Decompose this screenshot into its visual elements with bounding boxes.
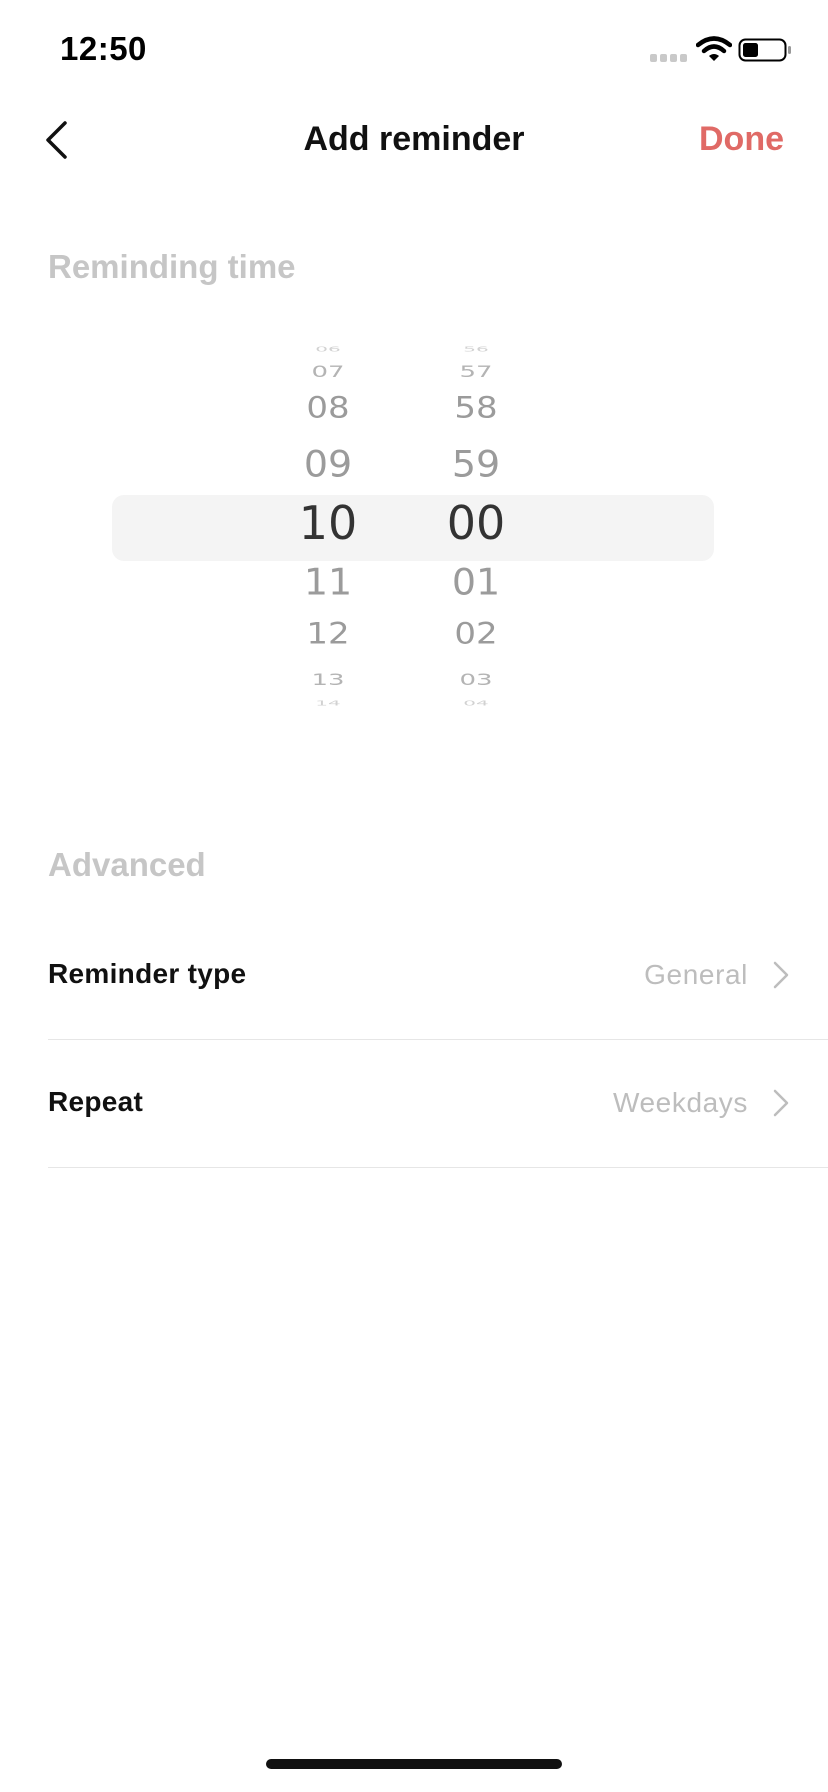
repeat-label: Repeat [48,1086,144,1117]
done-button[interactable]: Done [699,120,784,159]
hour-selected[interactable]: 10 [268,500,388,546]
reminding-time-label: Reminding time [48,248,296,285]
chevron-right-icon [773,1089,789,1117]
repeat-row[interactable]: Repeat Weekdays [48,1040,828,1168]
minute-option[interactable]: 03 [416,672,536,688]
hour-option[interactable]: 11 [268,564,388,600]
picker-selection-highlight [112,495,714,561]
minute-wheel[interactable]: 56 57 58 59 00 01 02 03 04 [416,345,536,707]
minute-option[interactable]: 58 [416,394,536,423]
status-time: 12:50 [60,30,147,67]
hour-option[interactable]: 14 [268,700,388,707]
hour-wheel[interactable]: 06 07 08 09 10 11 12 13 14 [268,345,388,707]
repeat-value: Weekdays [612,1087,748,1118]
status-bar: 12:50 [0,0,828,100]
hour-option[interactable]: 06 [268,346,388,353]
battery-icon [738,38,792,62]
navigation-bar: Add reminder Done [0,100,828,180]
hour-option[interactable]: 08 [268,394,388,423]
minute-option[interactable]: 59 [416,446,536,482]
reminder-type-value: General [644,959,748,990]
hour-option[interactable]: 07 [268,364,388,380]
minute-option[interactable]: 01 [416,564,536,600]
cellular-signal-icon [650,54,690,64]
minute-option[interactable]: 04 [416,700,536,707]
reminder-type-row[interactable]: Reminder type General [48,912,828,1040]
wifi-icon [695,36,733,62]
hour-option[interactable]: 09 [268,446,388,482]
hour-option[interactable]: 12 [268,620,388,649]
minute-selected[interactable]: 00 [416,500,536,546]
minute-option[interactable]: 56 [416,346,536,353]
hour-option[interactable]: 13 [268,672,388,688]
chevron-right-icon [773,961,789,989]
minute-option[interactable]: 02 [416,620,536,649]
reminder-type-label: Reminder type [48,958,247,989]
home-indicator [266,1759,562,1769]
minute-option[interactable]: 57 [416,364,536,380]
advanced-label: Advanced [48,846,206,883]
time-picker[interactable]: 06 07 08 09 10 11 12 13 14 56 57 58 59 00 01 02 03 04 [0,345,828,707]
